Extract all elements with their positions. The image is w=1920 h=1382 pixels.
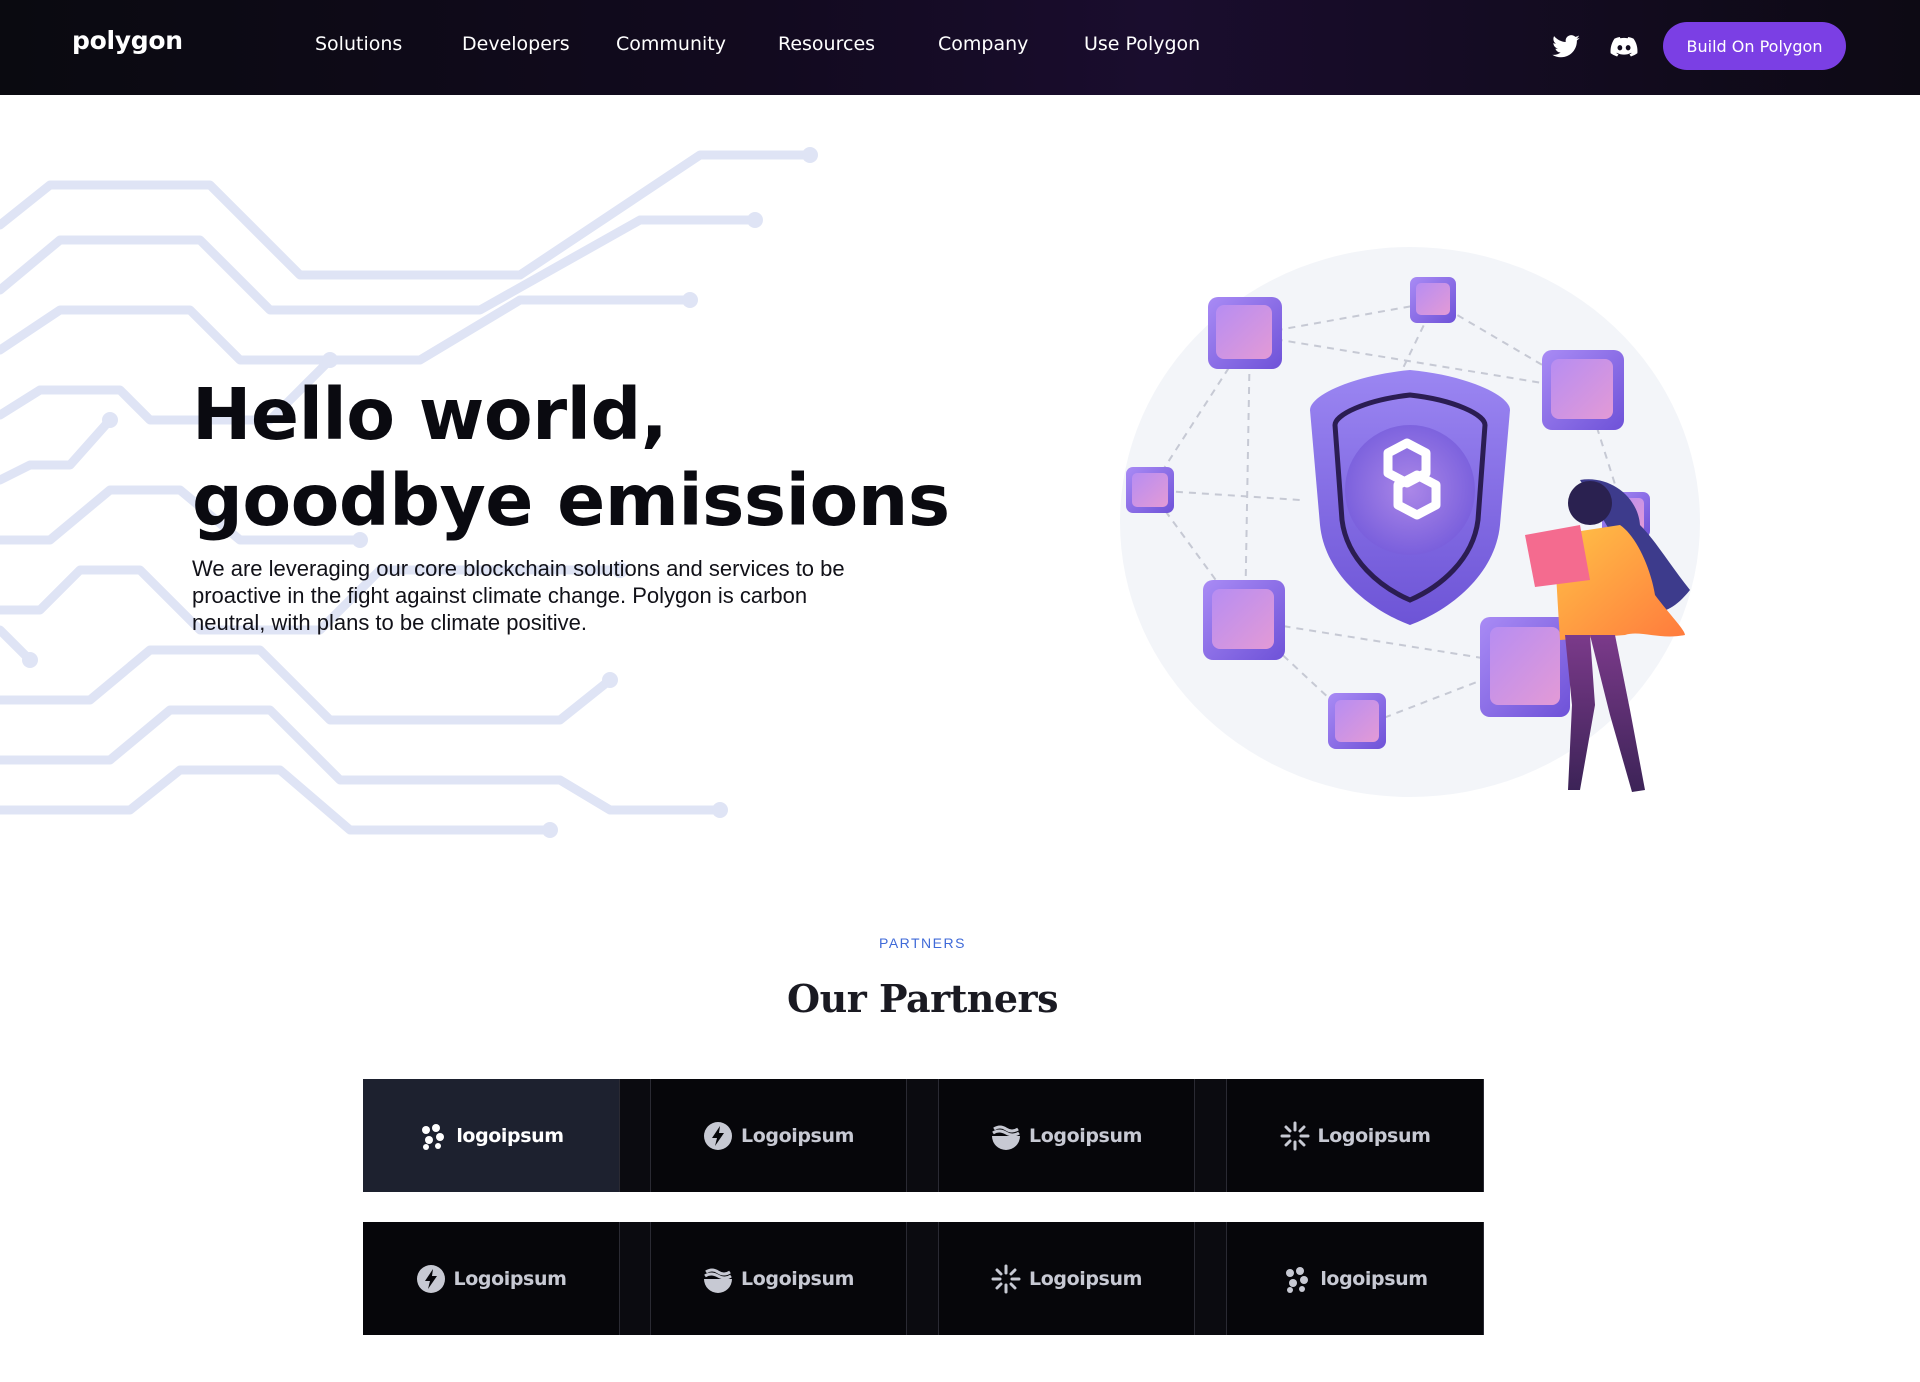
nav-item-solutions[interactable]: Solutions [315, 33, 402, 55]
bolt-icon [416, 1264, 445, 1293]
nav-item-resources[interactable]: Resources [778, 33, 875, 55]
partner-tile[interactable]: Logoipsum [1226, 1079, 1484, 1192]
partner-label: logoipsum [1320, 1267, 1428, 1290]
nav-item-use-polygon[interactable]: Use Polygon [1084, 33, 1200, 55]
partner-tile[interactable]: logoipsum [363, 1079, 620, 1192]
partner-tile[interactable]: logoipsum [1226, 1222, 1484, 1335]
nav-item-company[interactable]: Company [938, 33, 1028, 55]
partner-logo-row-2: Logoipsum Logoipsum Logoipsum logoipsum [363, 1222, 1484, 1335]
sunburst-icon [1280, 1121, 1310, 1150]
blob-icon [422, 1123, 445, 1150]
partner-logo-row-1: logoipsum Logoipsum Logoipsum Logoipsum [363, 1079, 1484, 1192]
partner-label: Logoipsum [453, 1267, 567, 1290]
partner-tile[interactable]: Logoipsum [363, 1222, 620, 1335]
partner-tile[interactable]: Logoipsum [938, 1079, 1195, 1192]
partners-eyebrow: PARTNERS [879, 935, 966, 951]
partner-tile[interactable]: Logoipsum [650, 1079, 907, 1192]
waves-icon [704, 1268, 733, 1293]
blockchain-shield-illustration [1120, 247, 1700, 797]
discord-icon[interactable] [1609, 32, 1639, 62]
partner-label: Logoipsum [1029, 1267, 1142, 1290]
bolt-icon [704, 1121, 733, 1150]
nav-item-developers[interactable]: Developers [462, 33, 570, 55]
hero-title: Hello world, goodbye emissions [192, 372, 952, 544]
nav-item-community[interactable]: Community [616, 33, 726, 55]
partner-label: Logoipsum [1029, 1124, 1142, 1147]
partner-tile[interactable]: Logoipsum [650, 1222, 907, 1335]
blob-icon [1286, 1266, 1309, 1293]
hero-subtitle: We are leveraging our core blockchain so… [192, 556, 845, 635]
partner-label: Logoipsum [741, 1267, 854, 1290]
partner-tile[interactable]: Logoipsum [938, 1222, 1195, 1335]
partners-title: Our Partners [787, 976, 1058, 1021]
main-nav: Solutions Developers Community Resources… [0, 0, 1300, 95]
hero-title-line-1: Hello world, [192, 373, 668, 456]
partner-label: Logoipsum [741, 1124, 854, 1147]
sunburst-icon [991, 1264, 1021, 1293]
twitter-icon[interactable] [1551, 32, 1581, 62]
partner-label: Logoipsum [1317, 1124, 1431, 1147]
build-on-polygon-button[interactable]: Build On Polygon [1663, 22, 1846, 70]
partner-label: logoipsum [456, 1124, 564, 1147]
hero-title-line-2: goodbye emissions [192, 459, 950, 542]
waves-icon [992, 1125, 1021, 1150]
top-navbar: polygon Solutions Developers Community R… [0, 0, 1920, 95]
